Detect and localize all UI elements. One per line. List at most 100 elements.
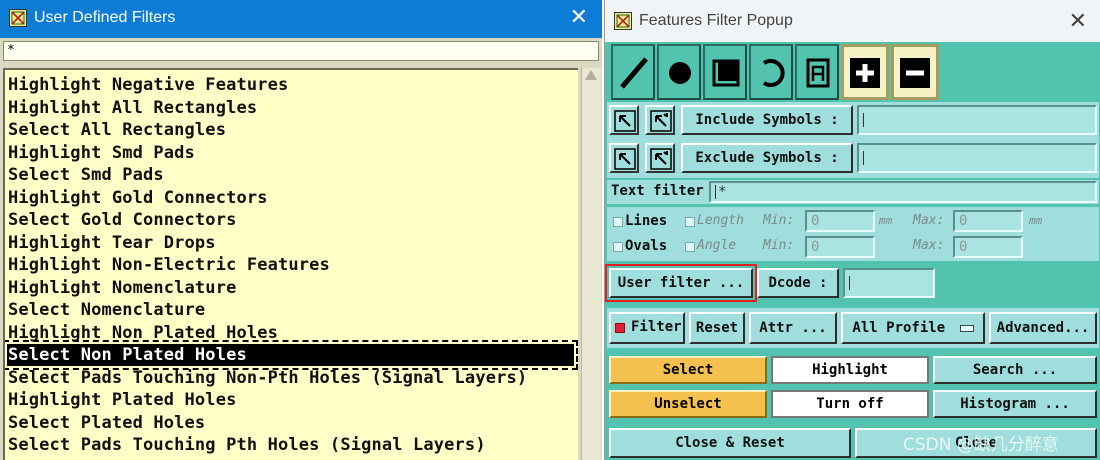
exclude-pick-button[interactable] [609, 143, 639, 173]
surface-tool-button[interactable] [703, 44, 747, 100]
list-item[interactable]: Highlight All Rectangles [8, 97, 257, 119]
dcode-input[interactable] [843, 268, 935, 298]
attr-button[interactable]: Attr ... [749, 312, 837, 344]
text-caret-icon [715, 185, 716, 199]
list-item[interactable]: Highlight Plated Holes [8, 389, 236, 411]
list-item[interactable]: Select Pads Touching Pth Holes (Signal L… [8, 434, 486, 456]
select-button[interactable]: Select [609, 356, 767, 384]
text-filter-label: Text filter [611, 183, 704, 199]
list-item[interactable]: Select Smd Pads [8, 164, 164, 186]
filter-label: Filter [631, 319, 682, 335]
vertical-scrollbar[interactable] [581, 68, 601, 460]
title-bar[interactable]: Features Filter Popup ✕ [605, 0, 1100, 42]
list-item[interactable]: Highlight Non Plated Holes [8, 322, 278, 344]
length-max-input[interactable]: 0 [953, 210, 1023, 232]
include-symbols-button[interactable]: Include Symbols : [681, 105, 853, 135]
angle-label: Angle [697, 238, 737, 253]
angle-min-label: Min: [763, 238, 795, 253]
title-bar[interactable]: User Defined Filters ✕ [0, 0, 602, 38]
exclude-symbols-input[interactable] [857, 143, 1097, 173]
list-item[interactable]: Highlight Negative Features [8, 74, 288, 96]
surface-tool-icon [712, 59, 740, 87]
include-wand-button[interactable] [645, 105, 675, 135]
exclude-wand-button[interactable] [645, 143, 675, 173]
text-caret-icon [849, 276, 850, 290]
filter-list[interactable]: Highlight Negative Features Highlight All… [3, 68, 578, 460]
list-item[interactable]: Highlight Smd Pads [8, 142, 195, 164]
profile-dropdown-value: All Profile [852, 320, 946, 336]
list-item[interactable]: Select Nomenclature [8, 299, 205, 321]
text-caret-icon [863, 113, 864, 127]
list-item[interactable]: Highlight Nomenclature [8, 277, 236, 299]
reset-button[interactable]: Reset [689, 312, 745, 344]
angle-checkbox[interactable] [685, 242, 695, 252]
arrow-pick-icon [614, 110, 636, 132]
length-min-unit: mm [879, 214, 893, 227]
length-min-label: Min: [763, 213, 795, 228]
profile-dropdown[interactable]: All Profile [841, 312, 985, 344]
include-pick-button[interactable] [609, 105, 639, 135]
window-title: User Defined Filters [34, 9, 176, 26]
list-item[interactable]: Select Plated Holes [8, 412, 205, 434]
angle-min-input[interactable]: 0 [805, 236, 875, 258]
plus-icon [850, 58, 880, 88]
filter-pattern-input[interactable]: * [3, 41, 599, 61]
exclude-symbols-button[interactable]: Exclude Symbols : [681, 143, 853, 173]
list-item[interactable]: Select Gold Connectors [8, 209, 236, 231]
lines-label: Lines [625, 213, 668, 229]
list-item[interactable]: Select All Rectangles [8, 119, 226, 141]
turn-off-button[interactable]: Turn off [771, 390, 929, 418]
text-tool-button[interactable] [795, 44, 839, 100]
list-item[interactable]: Highlight Non-Electric Features [8, 254, 330, 276]
arc-tool-button[interactable] [749, 44, 793, 100]
include-symbols-input[interactable] [857, 105, 1097, 135]
user-defined-filters-window: User Defined Filters ✕ * Highlight Negat… [0, 0, 602, 460]
text-caret-icon [863, 151, 864, 165]
length-label: Length [697, 213, 744, 228]
close-icon[interactable]: ✕ [570, 6, 588, 30]
ovals-checkbox[interactable] [613, 242, 623, 252]
wand-pick-icon [650, 148, 672, 170]
dcode-button[interactable]: Dcode : [757, 268, 839, 298]
length-checkbox[interactable] [685, 217, 695, 227]
angle-max-input[interactable]: 0 [953, 236, 1023, 258]
list-item[interactable]: Highlight Gold Connectors [8, 187, 268, 209]
unselect-button[interactable]: Unselect [609, 390, 767, 418]
pad-tool-button[interactable] [657, 44, 701, 100]
dropdown-indicator-icon [959, 324, 974, 332]
lines-checkbox[interactable] [613, 217, 623, 227]
filter-toggle[interactable]: Filter [609, 312, 685, 344]
close-icon[interactable]: ✕ [1069, 10, 1087, 34]
list-item[interactable]: Highlight Tear Drops [8, 232, 216, 254]
add-button[interactable] [841, 44, 889, 100]
pad-tool-icon [669, 62, 691, 84]
wand-pick-icon [650, 110, 672, 132]
scroll-up-icon[interactable] [585, 70, 597, 80]
minus-icon [900, 58, 930, 88]
annotation-highlight-box [605, 264, 757, 302]
length-max-unit: mm [1029, 214, 1043, 227]
text-tool-icon [806, 58, 830, 88]
search-button[interactable]: Search ... [933, 356, 1097, 384]
list-item[interactable]: Select Non Plated Holes [5, 340, 578, 370]
ovals-label: Ovals [625, 238, 668, 254]
arc-tool-icon [762, 59, 785, 87]
features-filter-popup-window: Features Filter Popup ✕ Include Symbols … [604, 0, 1100, 460]
advanced-button[interactable]: Advanced... [989, 312, 1097, 344]
line-tool-button[interactable] [611, 44, 655, 100]
app-icon [614, 12, 632, 30]
close-reset-button[interactable]: Close & Reset [609, 428, 851, 458]
text-filter-input[interactable]: * [709, 181, 1097, 203]
remove-button[interactable] [891, 44, 939, 100]
app-icon [9, 9, 27, 27]
line-tool-icon [620, 57, 648, 89]
highlight-button[interactable]: Highlight [771, 356, 929, 384]
length-max-label: Max: [913, 213, 945, 228]
length-min-input[interactable]: 0 [805, 210, 875, 232]
list-item[interactable]: Select Pads Touching Non-Pth Holes (Sign… [8, 367, 527, 389]
arrow-pick-icon [614, 148, 636, 170]
watermark-text: CSDN @缺几分醉意 [903, 435, 1059, 455]
histogram-button[interactable]: Histogram ... [933, 390, 1097, 418]
angle-max-label: Max: [913, 238, 945, 253]
filter-checkbox[interactable] [615, 323, 625, 333]
